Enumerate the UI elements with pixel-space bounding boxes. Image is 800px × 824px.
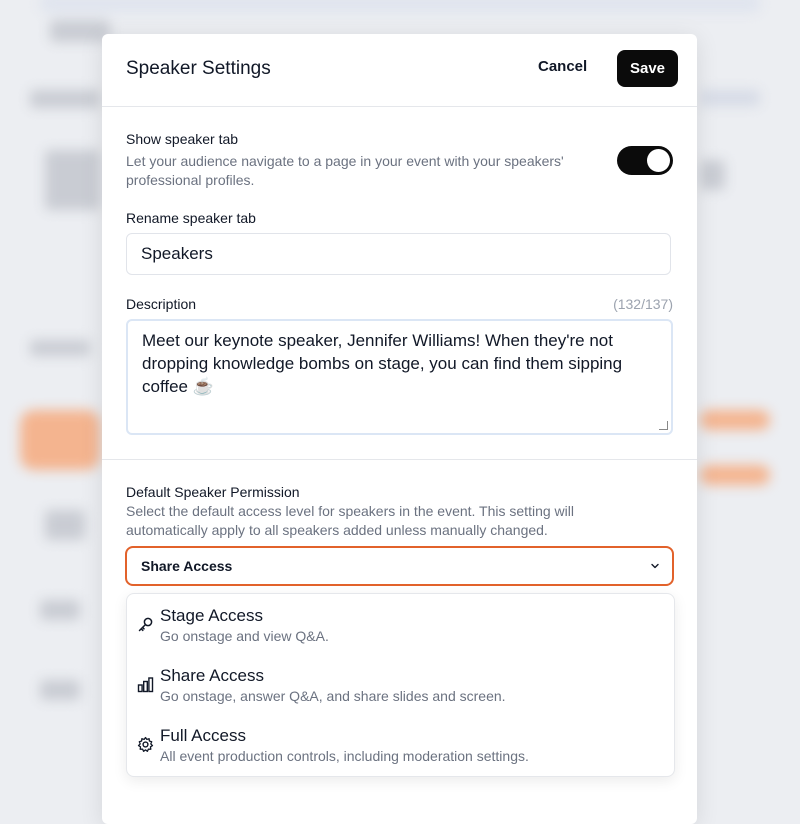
description-text: Meet our keynote speaker, Jennifer Willi…	[142, 331, 623, 396]
bg-highlight	[700, 410, 770, 430]
option-description: Go onstage, answer Q&A, and share slides…	[160, 688, 506, 704]
description-textarea[interactable]: Meet our keynote speaker, Jennifer Willi…	[126, 319, 673, 435]
key-icon	[138, 617, 153, 632]
bg-highlight	[20, 410, 100, 470]
bg-block	[30, 340, 90, 356]
option-description: Go onstage and view Q&A.	[160, 628, 329, 644]
chevron-down-icon	[651, 563, 659, 569]
bg-block	[30, 90, 100, 108]
bg-topbar	[40, 0, 760, 12]
rename-speaker-tab-input[interactable]: Speakers	[126, 233, 671, 275]
bg-block	[700, 160, 725, 190]
option-share-access[interactable]: Share Access Go onstage, answer Q&A, and…	[127, 654, 674, 714]
show-speaker-tab-label: Show speaker tab	[126, 131, 239, 147]
bg-block	[40, 600, 80, 620]
section-divider	[102, 459, 697, 460]
option-title: Stage Access	[160, 606, 264, 625]
permission-select[interactable]: Share Access	[125, 546, 674, 586]
option-stage-access[interactable]: Stage Access Go onstage and view Q&A.	[127, 594, 674, 654]
save-button[interactable]: Save	[617, 50, 678, 87]
show-speaker-tab-toggle[interactable]	[617, 146, 673, 175]
bar-chart-icon	[137, 677, 154, 693]
modal-title: Speaker Settings	[126, 58, 271, 79]
gear-icon	[137, 736, 154, 752]
description-label: Description	[126, 296, 197, 312]
modal-header: Speaker Settings Cancel Save	[102, 34, 697, 107]
toggle-knob	[647, 149, 670, 172]
bg-block	[50, 20, 110, 42]
rename-speaker-tab-label: Rename speaker tab	[126, 210, 256, 226]
permission-dropdown-menu: Stage Access Go onstage and view Q&A. Sh…	[126, 593, 675, 777]
character-counter: (132/137)	[613, 296, 673, 312]
default-speaker-permission-helper: Select the default access level for spea…	[126, 503, 574, 538]
option-title: Share Access	[160, 666, 264, 685]
bg-highlight	[700, 465, 770, 485]
default-speaker-permission-label: Default Speaker Permission	[126, 484, 300, 500]
option-full-access[interactable]: Full Access All event production control…	[127, 714, 674, 774]
option-title: Full Access	[160, 726, 246, 745]
permission-select-value: Share Access	[141, 558, 233, 574]
speaker-settings-modal: Speaker Settings Cancel Save Show speake…	[102, 34, 697, 824]
resize-handle-icon[interactable]	[659, 421, 668, 430]
rename-input-value: Speakers	[141, 244, 213, 263]
bg-block	[40, 680, 80, 700]
bg-block	[45, 150, 100, 210]
bg-block	[45, 510, 85, 540]
bg-block	[700, 90, 760, 106]
option-description: All event production controls, including…	[160, 748, 529, 764]
cancel-button[interactable]: Cancel	[538, 58, 587, 75]
show-speaker-tab-helper: Let your audience navigate to a page in …	[126, 153, 564, 188]
